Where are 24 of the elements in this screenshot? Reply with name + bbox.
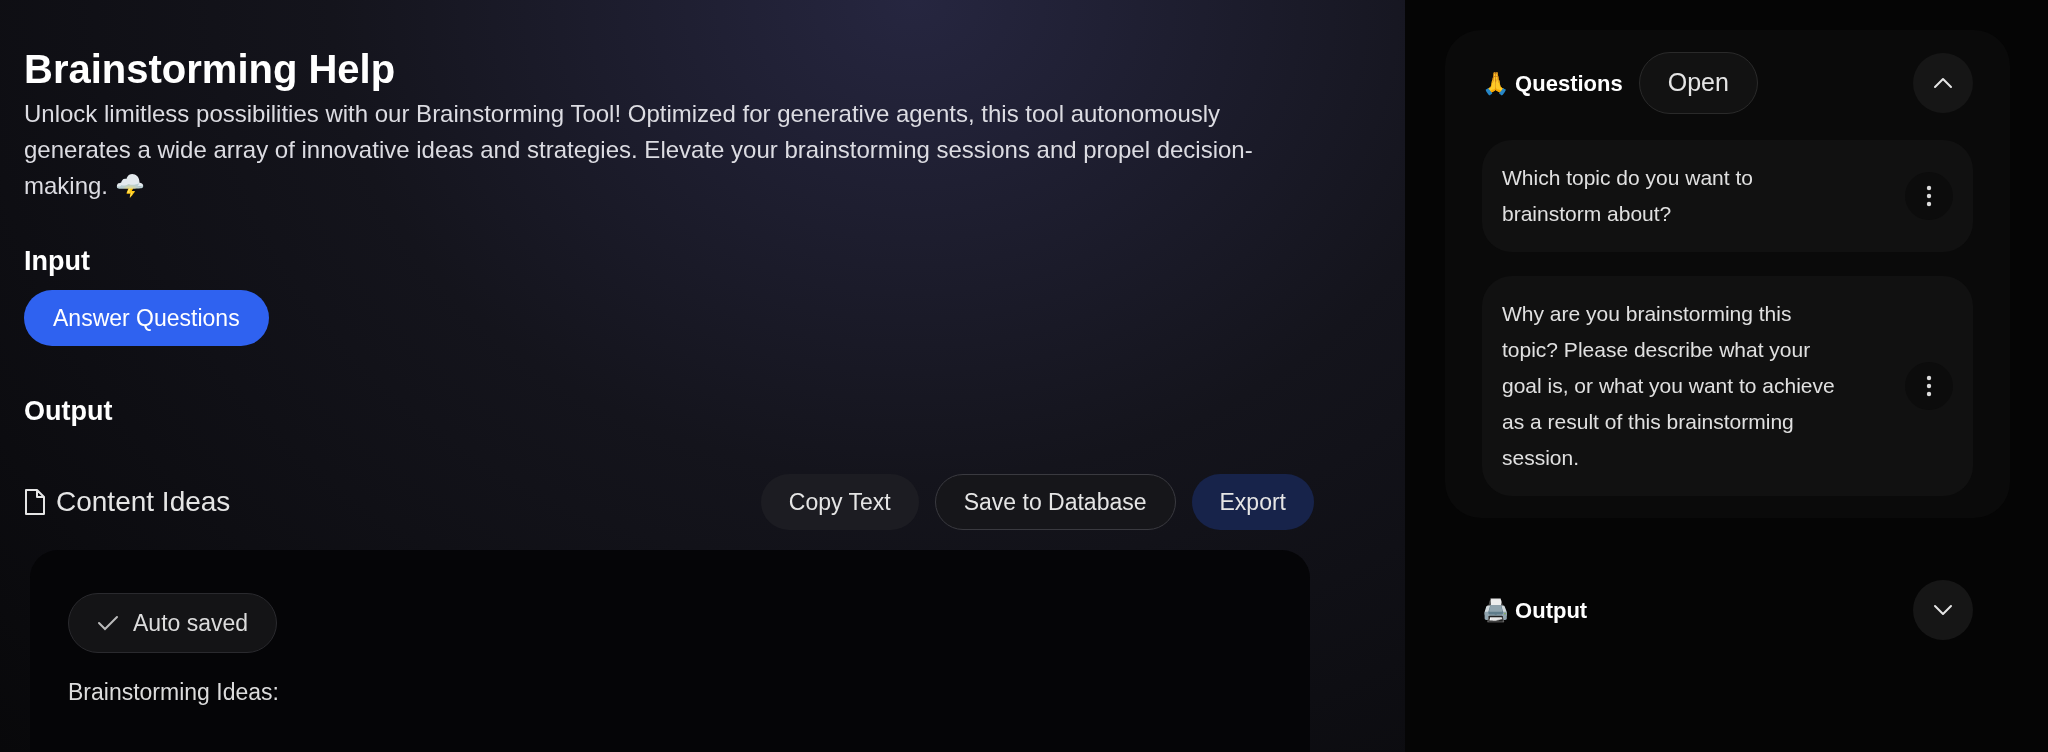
question-text: Why are you brainstorming this topic? Please describe what your goal is, or what you want to achieve as a result of this brainstorming session. — [1502, 301, 1836, 471]
check-icon — [97, 615, 119, 631]
more-icon — [1926, 375, 1932, 397]
action-button[interactable]: Export — [1191, 474, 1314, 530]
content-text: Brainstorming Ideas: — [68, 678, 280, 707]
chevron-up-icon — [1933, 77, 1953, 89]
status-badge: Open — [1638, 52, 1758, 114]
page-title: Brainstorming Help — [24, 46, 397, 93]
more-options-button[interactable] — [1905, 362, 1953, 410]
action-button[interactable]: Copy Text — [760, 474, 919, 530]
answer-questions-button[interactable]: Answer Questions — [24, 290, 269, 346]
document-icon — [24, 488, 46, 516]
auto-saved-badge: Auto saved — [68, 593, 278, 653]
document-title: Content Ideas — [56, 485, 231, 519]
more-options-button[interactable] — [1905, 172, 1953, 220]
action-button[interactable]: Save to Database — [934, 474, 1176, 530]
page-description: Unlock limitless possibilities with our Brainstorming Tool! Optimized for generative agents, this tool autonomously generates a wide array of innovative ideas and strategies. Elevate your brainstorming sessions and propel decision-making. 🌩 — [24, 99, 1254, 201]
section-title: 🙏 Questions — [1482, 69, 1623, 98]
more-icon — [1926, 185, 1932, 207]
section-title: 🖨 Output — [1482, 596, 1588, 625]
question-text: Which topic do you want to brainstorm about? — [1502, 165, 1754, 227]
chevron-down-icon — [1933, 604, 1953, 616]
section-heading: Output — [24, 395, 114, 428]
section-heading: Input — [24, 245, 91, 278]
